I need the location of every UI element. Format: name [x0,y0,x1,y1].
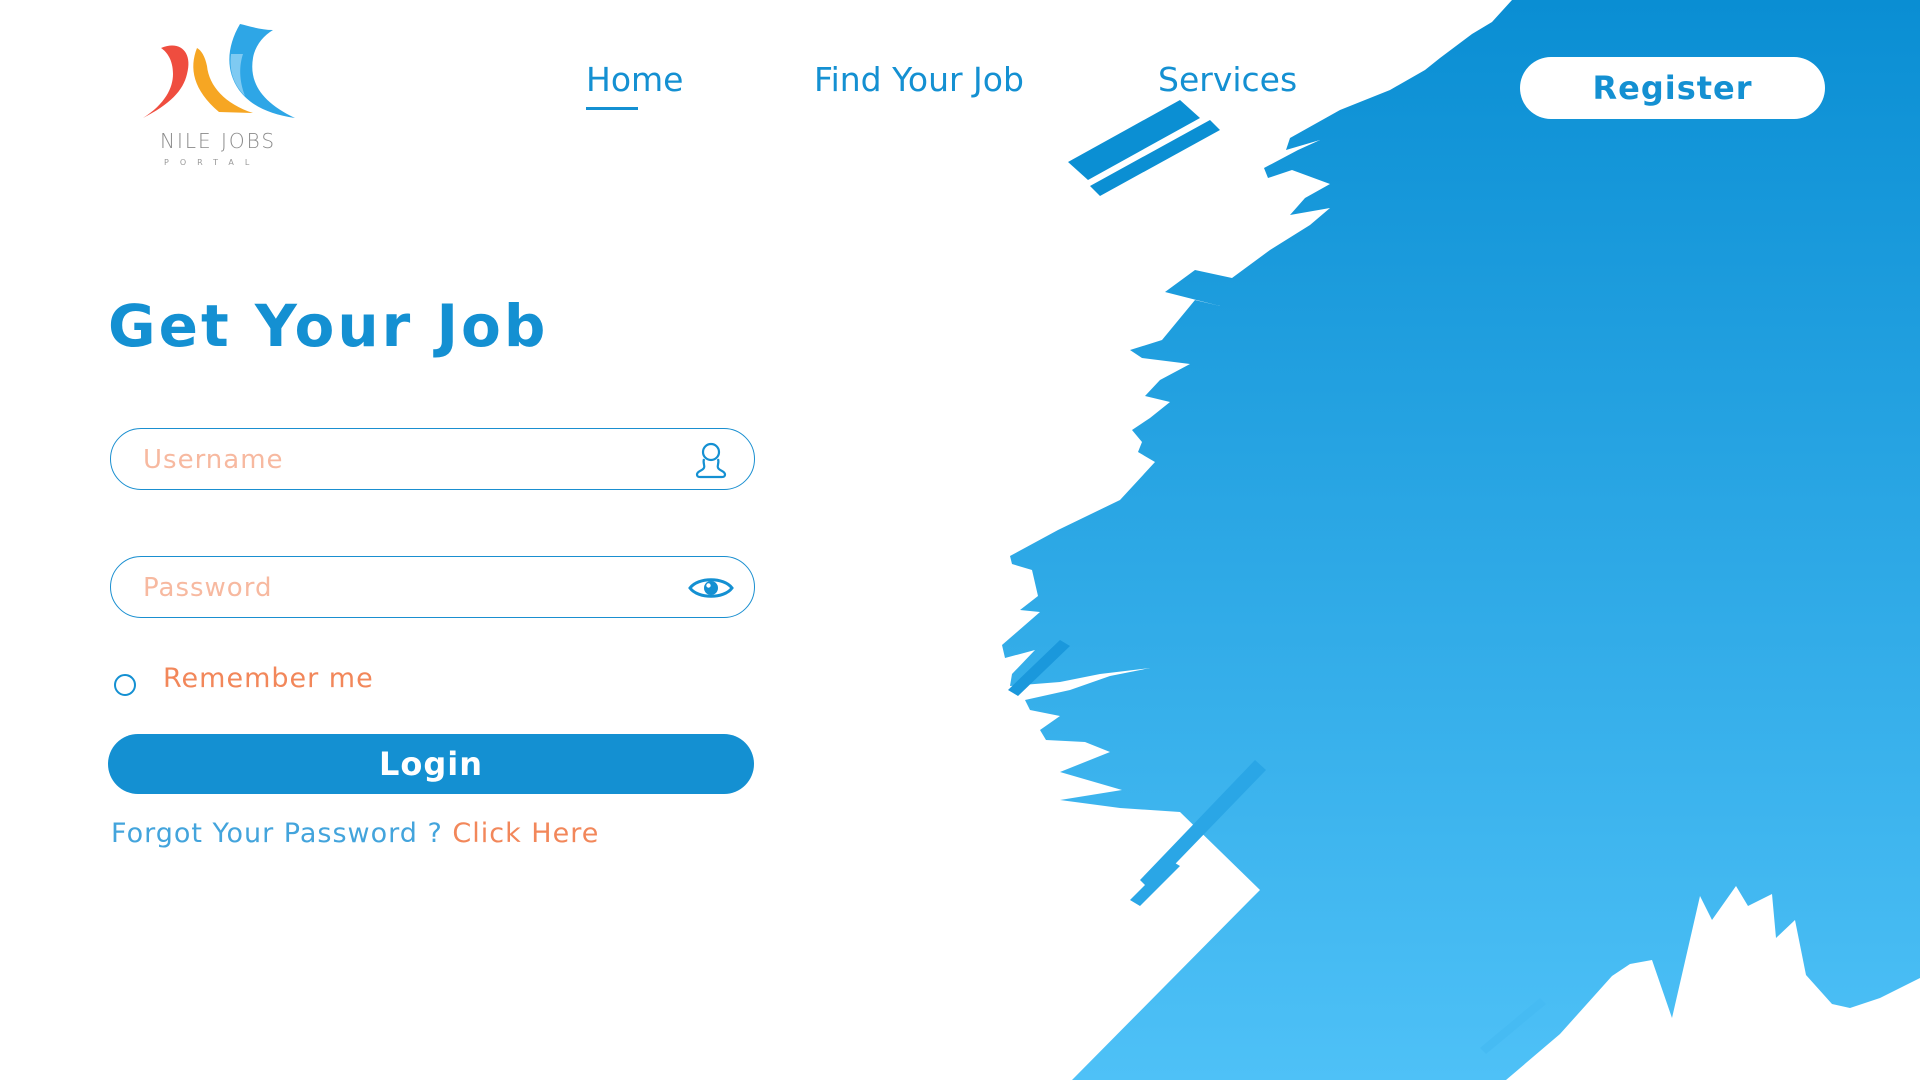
username-field[interactable] [110,428,755,490]
user-icon [695,442,727,479]
blue-brush-splash [1002,0,1920,1080]
register-button[interactable]: Register [1520,57,1825,119]
password-field[interactable] [110,556,755,618]
forgot-password-text: Forgot Your Password ? [111,818,443,849]
username-input[interactable] [141,439,665,481]
nav-home-label: Home [586,60,684,99]
nav-active-underline [586,107,638,110]
login-button[interactable]: Login [108,734,754,794]
forgot-password-row: Forgot Your Password ? Click Here [111,818,599,849]
password-input[interactable] [141,567,665,609]
logo-wordmark: NILE JOBS [160,129,277,153]
nav-services[interactable]: Services [1158,60,1297,99]
eye-icon[interactable] [688,565,734,611]
nile-jobs-logo[interactable]: NILE JOBS PORTAL [135,16,315,167]
logo-mark [143,24,295,118]
page-title: Get Your Job [108,292,549,360]
forgot-password-link[interactable]: Click Here [452,818,599,849]
logo-subtitle: PORTAL [164,158,261,167]
nav-find-your-job[interactable]: Find Your Job [814,60,1024,99]
remember-me-radio[interactable] [114,674,136,696]
remember-me-label: Remember me [163,663,374,694]
nav-home[interactable]: Home [586,60,684,110]
